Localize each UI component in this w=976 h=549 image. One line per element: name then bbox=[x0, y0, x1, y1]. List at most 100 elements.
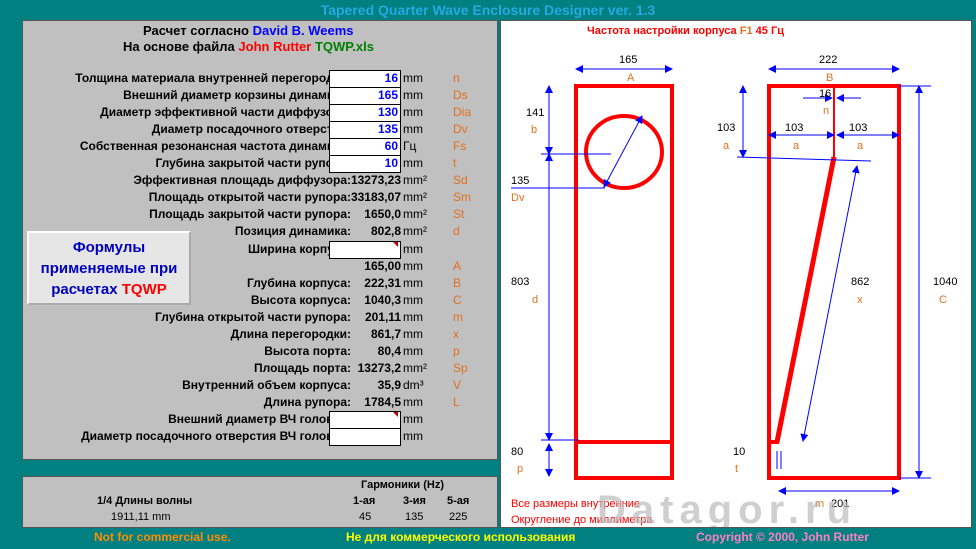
harmonic-col-5: 5-ая bbox=[447, 495, 470, 507]
param-input[interactable]: 135 bbox=[329, 121, 401, 140]
footer-copyright: Copyright © 2000, John Rutter bbox=[696, 530, 869, 544]
comment-marker[interactable] bbox=[393, 412, 398, 417]
dim-x-symbol: x bbox=[857, 294, 863, 306]
param-unit: mm bbox=[403, 105, 423, 120]
param-row: Диаметр посадочного отверстия: 135 mm Dv bbox=[23, 121, 497, 140]
param-label: Площадь порта: bbox=[254, 360, 351, 375]
dim-a-left-symbol: a bbox=[723, 140, 730, 152]
param-symbol: Dv bbox=[453, 122, 468, 137]
param-symbol: Sd bbox=[453, 173, 468, 188]
param-unit: mm² bbox=[403, 224, 427, 239]
dim-n-symbol: n bbox=[823, 105, 829, 117]
param-row: Длина рупора: 1784,5 mm L bbox=[23, 395, 497, 412]
header-file-author: John Rutter bbox=[238, 39, 312, 54]
harmonics-panel: Гармоники (Hz) 1/4 Длины волны 1911,11 m… bbox=[22, 476, 498, 528]
param-row: Диаметр эффективной части диффузора: 130 m… bbox=[23, 104, 497, 123]
harmonic-col-1: 1-ая bbox=[353, 495, 376, 507]
param-row: Высота порта: 80,4 mm p bbox=[23, 344, 497, 361]
param-row: Площадь закрытой части рупора: 1650,0 mm² S… bbox=[23, 207, 497, 224]
param-value: 13273,2 bbox=[357, 360, 401, 375]
param-unit: mm² bbox=[403, 207, 427, 222]
param-input[interactable]: 60 bbox=[329, 138, 401, 157]
a-leader bbox=[736, 156, 872, 162]
dim-p-value: 80 bbox=[511, 446, 523, 458]
dim-n-value: 16 bbox=[819, 88, 831, 100]
param-value: 861,7 bbox=[370, 326, 401, 341]
param-unit: mm bbox=[403, 309, 423, 324]
footer-not-commercial-ru: Не для коммерческого использования bbox=[346, 530, 576, 544]
param-unit: dm³ bbox=[403, 377, 424, 392]
param-unit: mm bbox=[403, 412, 423, 426]
param-input[interactable] bbox=[329, 240, 401, 259]
param-value: 1040,3 bbox=[364, 292, 401, 307]
param-symbol: d bbox=[453, 224, 460, 239]
param-symbol: Fs bbox=[453, 139, 467, 154]
param-input[interactable]: 16 bbox=[329, 70, 401, 88]
watermark: Datagor.ru bbox=[597, 488, 857, 527]
param-symbol: L bbox=[453, 394, 460, 409]
param-label: Длина перегородки: bbox=[230, 326, 351, 341]
param-value: 201,11 bbox=[364, 309, 401, 324]
param-symbol: Ds bbox=[453, 88, 468, 103]
param-row: Площадь открытой части рупора: 33183,07 mm… bbox=[23, 190, 497, 207]
header-line1-prefix: Расчет согласно bbox=[143, 23, 249, 38]
param-input[interactable]: 10 bbox=[329, 155, 401, 174]
param-value: 1784,5 bbox=[364, 394, 401, 409]
enclosure-drawing-panel: Частота настройки корпуса F1 45 Гц 165 A… bbox=[500, 20, 972, 528]
internal-baffle bbox=[774, 156, 837, 443]
header-line2: На основе файла John Rutter TQWP.xls bbox=[123, 39, 374, 54]
param-label: Собственная резонансная частота динамика… bbox=[79, 139, 351, 154]
dim-A-symbol: A bbox=[627, 72, 635, 84]
formulas-button[interactable]: Формулы применяемые при расчетах TQWP bbox=[27, 231, 191, 305]
dim-a-mid-value: 103 bbox=[785, 122, 803, 134]
app-title: Tapered Quarter Wave Enclosure Designer … bbox=[320, 2, 656, 18]
param-row: Глубина закрытой части рупора: 10 mm t bbox=[23, 155, 497, 174]
param-row: Внешний диаметр ВЧ головки: mm bbox=[23, 411, 497, 429]
param-input[interactable] bbox=[329, 428, 401, 447]
param-input[interactable] bbox=[329, 411, 401, 429]
param-label: Глубина закрытой части рупора: bbox=[155, 156, 351, 171]
x-dimension-line bbox=[800, 165, 860, 442]
param-value: 222,31 bbox=[364, 275, 401, 290]
param-value: 35,9 bbox=[377, 377, 401, 392]
param-label: Глубина открытой части рупора: bbox=[155, 309, 351, 324]
param-unit: mm bbox=[403, 326, 423, 341]
dim-a-right-value: 103 bbox=[849, 122, 867, 134]
param-symbol: A bbox=[453, 258, 462, 273]
formulas-button-accent: TQWP bbox=[121, 281, 167, 298]
param-unit: mm² bbox=[403, 360, 427, 375]
dim-B-value: 222 bbox=[819, 54, 837, 66]
param-unit: mm bbox=[403, 292, 423, 307]
param-row: Глубина открытой части рупора: 201,11 mm m bbox=[23, 310, 497, 327]
dim-b-value: 141 bbox=[526, 107, 544, 119]
front-view-outline bbox=[574, 84, 674, 480]
dim-p-symbol: p bbox=[517, 463, 523, 475]
param-symbol: Sm bbox=[453, 190, 471, 205]
param-input[interactable]: 130 bbox=[329, 104, 401, 123]
param-symbol: V bbox=[453, 377, 462, 392]
header-line1: Расчет согласно David B. Weems bbox=[143, 23, 354, 38]
param-label: Внутренний объем корпуса: bbox=[182, 377, 351, 392]
comment-marker[interactable] bbox=[393, 241, 398, 247]
param-symbol: C bbox=[453, 292, 462, 307]
param-row: Площадь порта: 13273,2 mm² Sp bbox=[23, 361, 497, 378]
param-unit: mm bbox=[403, 429, 423, 444]
param-value: 80,4 bbox=[377, 343, 401, 358]
dim-a-left-value: 103 bbox=[717, 122, 735, 134]
header-file-name: TQWP.xls bbox=[314, 39, 374, 54]
wave-label: 1/4 Длины волны bbox=[97, 495, 193, 507]
param-unit: mm bbox=[403, 88, 423, 103]
param-input[interactable]: 165 bbox=[329, 87, 401, 106]
dim-b-symbol: b bbox=[531, 124, 537, 136]
param-unit: mm bbox=[403, 258, 423, 273]
dim-x-value: 862 bbox=[851, 276, 869, 288]
formulas-button-line1: Формулы bbox=[72, 239, 146, 256]
dim-d-value: 803 bbox=[511, 276, 529, 288]
param-label: Площадь открытой части рупора: bbox=[148, 190, 351, 205]
param-symbol: m bbox=[453, 309, 463, 324]
dim-t-symbol: t bbox=[735, 463, 738, 475]
param-unit: mm² bbox=[403, 190, 427, 205]
param-unit: mm bbox=[403, 394, 423, 409]
param-value: 802,8 bbox=[370, 224, 401, 239]
harmonic-value-5: 225 bbox=[449, 511, 468, 523]
